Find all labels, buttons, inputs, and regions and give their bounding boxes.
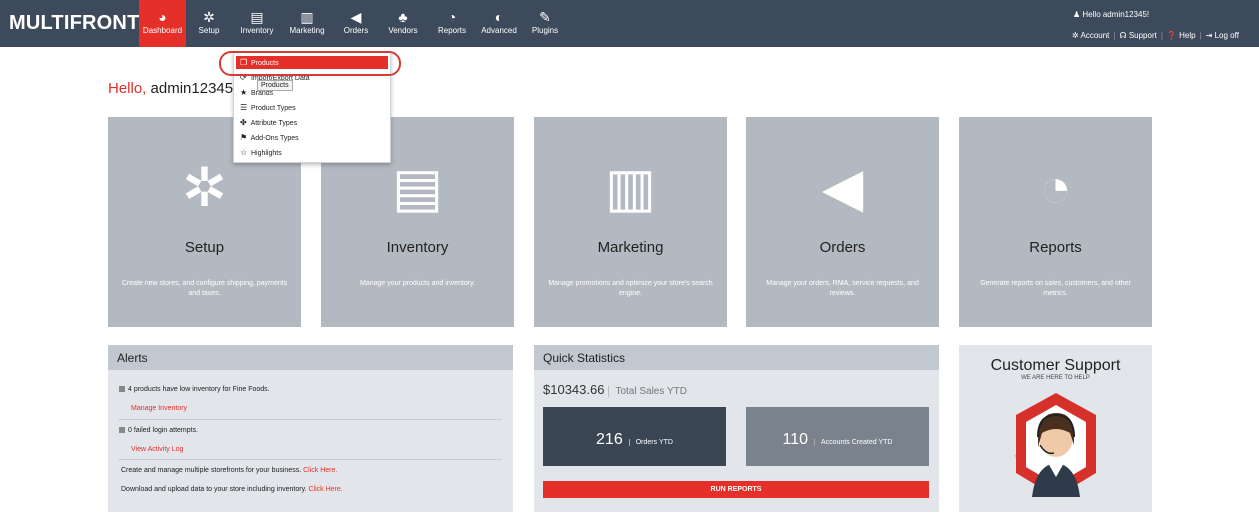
nav-setup[interactable]: ✲ Setup: [193, 0, 225, 47]
clipboard-icon: ▤: [250, 9, 264, 25]
account-link[interactable]: ✲ Account: [1072, 31, 1109, 40]
manage-inventory-link[interactable]: Manage Inventory: [131, 405, 187, 412]
nav-inventory[interactable]: ▤ Inventory: [237, 0, 277, 47]
customer-support-panel: Customer Support WE ARE HERE TO HELP: [959, 345, 1152, 512]
data-transfer-text: Download and upload data to your store i…: [121, 486, 343, 493]
nav-vendors[interactable]: ♣ Vendors: [383, 0, 423, 47]
dashboard-icon: ◕: [158, 9, 167, 25]
gear-icon: ✲: [203, 9, 215, 25]
pie-chart-icon: ◔: [1039, 158, 1072, 218]
puzzle-icon: ✤: [240, 118, 247, 127]
support-agent-image[interactable]: [996, 385, 1116, 510]
star-icon: ★: [240, 88, 248, 97]
storefronts-text: Create and manage multiple storefronts f…: [121, 467, 338, 474]
users-icon: ♣: [398, 9, 408, 25]
logoff-link[interactable]: ⇥ Log off: [1206, 31, 1239, 40]
divider: [118, 459, 502, 460]
total-sales: $10343.66 Total Sales YTD: [543, 382, 687, 397]
megaphone-icon: ◀: [350, 9, 362, 25]
dropdown-item-highlights[interactable]: ☆ Highlights: [236, 146, 388, 159]
box-icon: ▥: [604, 158, 657, 218]
highlight-ring: [219, 51, 401, 76]
tile-marketing[interactable]: ▥ Marketing Manage promotions and optimi…: [534, 117, 727, 327]
account-links: ✲ Account | ☊ Support | ❓ Help | ⇥ Log off: [1072, 31, 1239, 40]
quick-statistics-title: Quick Statistics: [534, 345, 939, 370]
run-reports-button[interactable]: RUN REPORTS: [543, 481, 929, 498]
alert-bullet-icon: [119, 427, 125, 434]
support-link[interactable]: ☊ Support: [1119, 31, 1156, 40]
pie-chart-icon: ◔: [447, 9, 457, 25]
compass-icon: ◐: [494, 9, 504, 25]
megaphone-icon: ◀: [821, 158, 864, 218]
sign-out-icon: ⇥: [1205, 31, 1213, 40]
storefronts-click-here-link[interactable]: Click Here.: [303, 467, 337, 474]
nav-reports[interactable]: ◔ Reports: [432, 0, 472, 47]
top-navbar: MULTIFRONT® ◕ Dashboard ✲ Setup ▤ Invent…: [0, 0, 1259, 47]
nav-dashboard[interactable]: ◕ Dashboard: [139, 0, 186, 47]
wrench-icon: ✎: [539, 9, 551, 25]
question-icon: ❓: [1166, 31, 1177, 40]
accounts-ytd-box[interactable]: 110 Accounts Created YTD: [746, 407, 929, 466]
dropdown-item-product-types[interactable]: ☰ Product Types: [236, 101, 388, 114]
nav-marketing[interactable]: ▥ Marketing: [285, 0, 329, 47]
page-greeting: Hello, admin12345: [108, 80, 234, 97]
alert-bullet-icon: [119, 386, 125, 393]
cart-plus-icon: ⚑: [240, 133, 248, 142]
view-activity-log-link[interactable]: View Activity Log: [131, 446, 183, 453]
divider: [118, 419, 502, 420]
data-click-here-link[interactable]: Click Here.: [308, 486, 342, 493]
tooltip: Products: [257, 80, 293, 91]
gear-icon: ✲: [1072, 31, 1079, 40]
user-greeting: ♟ Hello admin12345!: [1073, 10, 1150, 19]
alerts-title: Alerts: [108, 345, 513, 370]
tile-orders[interactable]: ◀ Orders Manage your orders, RMA, servic…: [746, 117, 939, 327]
headset-icon: ☊: [1119, 31, 1127, 40]
nav-advanced[interactable]: ◐ Advanced: [479, 0, 519, 47]
tile-reports[interactable]: ◔ Reports Generate reports on sales, cus…: [959, 117, 1152, 327]
dropdown-item-attribute-types[interactable]: ✤ Attribute Types: [236, 116, 388, 129]
nav-orders[interactable]: ◀ Orders: [338, 0, 374, 47]
list-icon: ☰: [240, 103, 248, 112]
star-outline-icon: ☆: [240, 148, 248, 157]
failed-login-alert: 0 failed login attempts.: [119, 427, 198, 434]
help-link[interactable]: ❓ Help: [1167, 31, 1196, 40]
orders-ytd-box[interactable]: 216 Orders YTD: [543, 407, 726, 466]
nav-plugins[interactable]: ✎ Plugins: [528, 0, 562, 47]
low-inventory-alert: 4 products have low inventory for Fine F…: [119, 386, 270, 393]
user-icon: ♟: [1073, 10, 1081, 19]
dropdown-item-addons-types[interactable]: ⚑ Add-Ons Types: [236, 131, 388, 144]
brand-logo[interactable]: MULTIFRONT®: [9, 12, 147, 35]
boxes-icon: ▥: [300, 9, 314, 25]
